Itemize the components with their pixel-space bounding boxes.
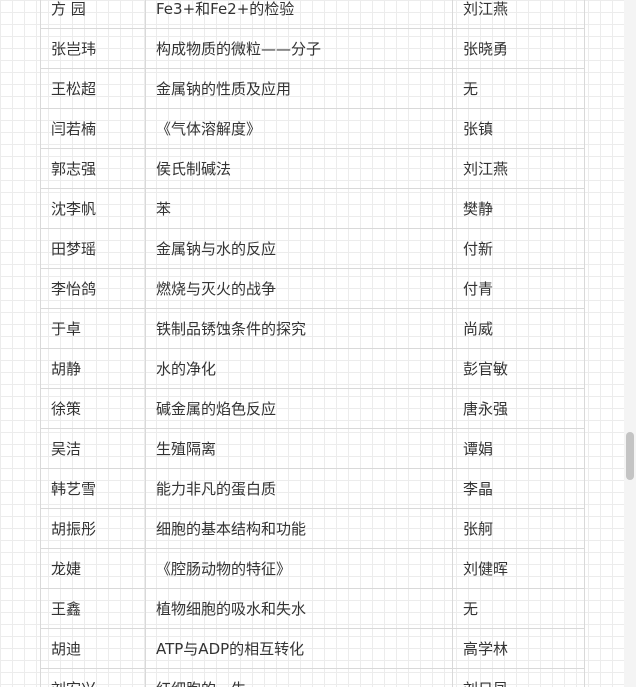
student-name-cell: 李怡鸽 [40,268,146,309]
teacher-name-cell: 张舸 [452,508,585,549]
table-row: 田梦瑶 金属钠与水的反应 付新 [40,228,585,269]
student-name-cell: 吴洁 [40,428,146,469]
student-name-cell: 闫若楠 [40,108,146,149]
lesson-title-cell: 水的净化 [145,348,453,389]
lesson-title-cell: 碱金属的焰色反应 [145,388,453,429]
roster-table-body: 方 园 Fe3+和Fe2+的检验 刘江燕 张岂玮 构成物质的微粒——分子 张晓勇 王松超 金属… [40,0,585,687]
lesson-title-cell: 植物细胞的吸水和失水 [145,588,453,629]
vertical-scrollbar[interactable] [624,0,636,687]
student-name-cell: 韩艺雪 [40,468,146,509]
lesson-title-cell: 铁制品锈蚀条件的探究 [145,308,453,349]
table-row: 胡静 水的净化 彭官敏 [40,348,585,389]
teacher-name-cell: 付青 [452,268,585,309]
lesson-title-cell: 苯 [145,188,453,229]
table-row: 龙婕 《腔肠动物的特征》 刘健晖 [40,548,585,589]
table-row: 徐策 碱金属的焰色反应 唐永强 [40,388,585,429]
table-row: 胡迪 ATP与ADP的相互转化 高学林 [40,628,585,669]
lesson-title-cell: 侯氏制碱法 [145,148,453,189]
table-row: 刘宏兴红细胞的一生刘日凤 [40,668,585,687]
table-row: 吴洁 生殖隔离 谭娟 [40,428,585,469]
lesson-title-cell: 金属钠的性质及应用 [145,68,453,109]
teacher-name-cell: 付新 [452,228,585,269]
lesson-title-cell: 《气体溶解度》 [145,108,453,149]
lesson-title-cell: 燃烧与灭火的战争 [145,268,453,309]
student-name-cell: 王鑫 [40,588,146,629]
teacher-name-cell: 无 [452,588,585,629]
student-name-cell: 田梦瑶 [40,228,146,269]
table-row: 李怡鸽 燃烧与灭火的战争 付青 [40,268,585,309]
teacher-name-cell: 唐永强 [452,388,585,429]
student-name-cell: 沈李帆 [40,188,146,229]
lesson-title-cell: 《腔肠动物的特征》 [145,548,453,589]
lesson-title-cell: ATP与ADP的相互转化 [145,628,453,669]
lesson-title-cell: 金属钠与水的反应 [145,228,453,269]
teacher-name-cell: 无 [452,68,585,109]
teacher-name-cell: 樊静 [452,188,585,229]
student-name-cell: 龙婕 [40,548,146,589]
table-row: 闫若楠 《气体溶解度》 张镇 [40,108,585,149]
student-name-cell: 张岂玮 [40,28,146,69]
student-name-cell: 王松超 [40,68,146,109]
teacher-name-cell: 张晓勇 [452,28,585,69]
student-name-cell: 刘宏兴 [40,668,146,687]
teacher-name-cell: 刘江燕 [452,148,585,189]
table-row: 郭志强 侯氏制碱法 刘江燕 [40,148,585,189]
table-row: 张岂玮 构成物质的微粒——分子 张晓勇 [40,28,585,69]
table-row: 王鑫 植物细胞的吸水和失水无 [40,588,585,629]
teacher-name-cell: 谭娟 [452,428,585,469]
roster-table: 方 园 Fe3+和Fe2+的检验 刘江燕 张岂玮 构成物质的微粒——分子 张晓勇 王松超 金属… [40,0,585,687]
lesson-title-cell: 构成物质的微粒——分子 [145,28,453,69]
table-row: 王松超 金属钠的性质及应用无 [40,68,585,109]
teacher-name-cell: 彭官敏 [452,348,585,389]
lesson-title-cell: 细胞的基本结构和功能 [145,508,453,549]
student-name-cell: 胡迪 [40,628,146,669]
table-row: 胡振彤 细胞的基本结构和功能 张舸 [40,508,585,549]
lesson-title-cell: 生殖隔离 [145,428,453,469]
table-row: 于卓 铁制品锈蚀条件的探究 尚威 [40,308,585,349]
teacher-name-cell: 尚威 [452,308,585,349]
student-name-cell: 郭志强 [40,148,146,189]
teacher-name-cell: 刘江燕 [452,0,585,29]
student-name-cell: 于卓 [40,308,146,349]
lesson-title-cell: 红细胞的一生 [145,668,453,687]
table-row: 韩艺雪 能力非凡的蛋白质 李晶 [40,468,585,509]
teacher-name-cell: 刘健晖 [452,548,585,589]
table-row: 方 园 Fe3+和Fe2+的检验 刘江燕 [40,0,585,29]
teacher-name-cell: 李晶 [452,468,585,509]
table-row: 沈李帆苯樊静 [40,188,585,229]
lesson-title-cell: Fe3+和Fe2+的检验 [145,0,453,29]
teacher-name-cell: 刘日凤 [452,668,585,687]
student-name-cell: 胡振彤 [40,508,146,549]
student-name-cell: 徐策 [40,388,146,429]
student-name-cell: 方 园 [40,0,146,29]
scrollbar-thumb[interactable] [626,432,634,480]
student-name-cell: 胡静 [40,348,146,389]
teacher-name-cell: 高学林 [452,628,585,669]
lesson-title-cell: 能力非凡的蛋白质 [145,468,453,509]
teacher-name-cell: 张镇 [452,108,585,149]
